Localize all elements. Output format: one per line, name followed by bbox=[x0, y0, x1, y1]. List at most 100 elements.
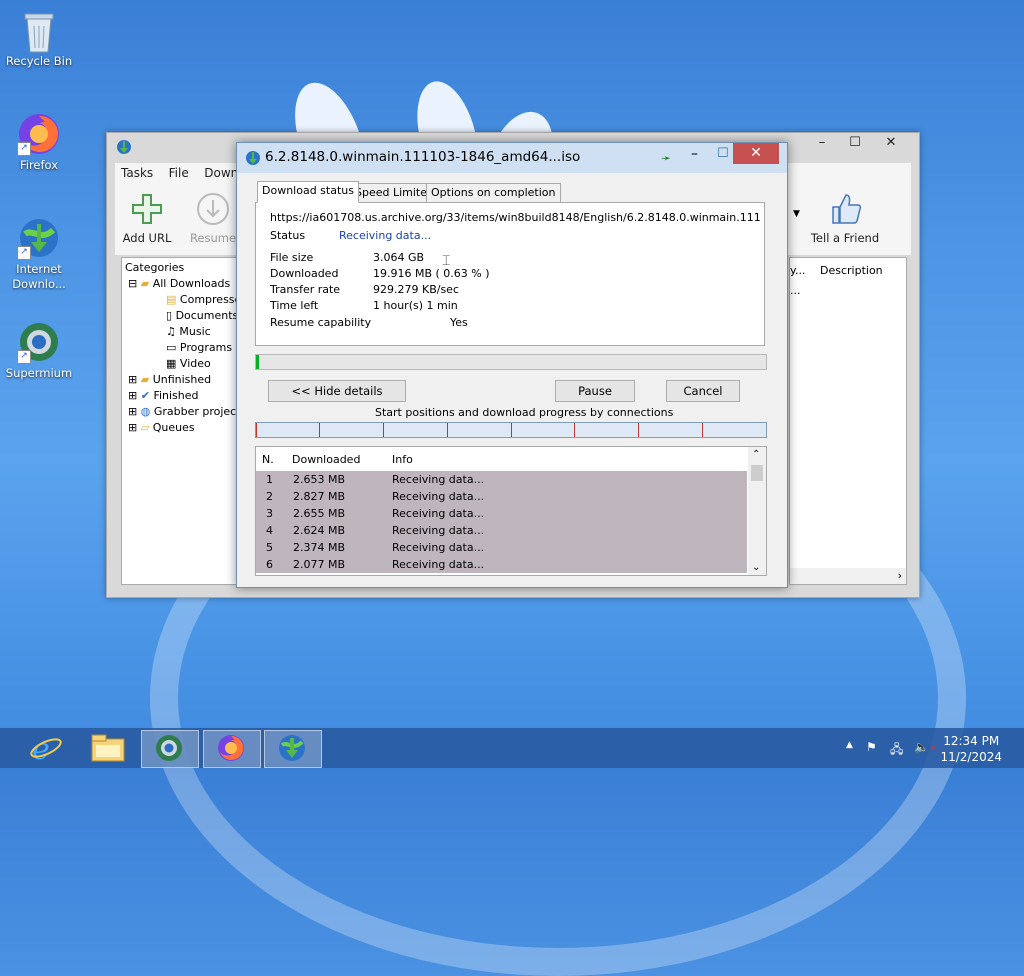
status-label: Status bbox=[270, 229, 306, 242]
taskbar-file-explorer[interactable] bbox=[80, 730, 136, 766]
taskbar-internet-download-manager[interactable] bbox=[264, 730, 322, 768]
list-header-description[interactable]: Description bbox=[820, 264, 883, 277]
column-header-downloaded[interactable]: Downloaded bbox=[292, 453, 360, 466]
row-info: Receiving data... bbox=[392, 507, 485, 520]
vertical-scrollbar[interactable]: ⌃ ⌄ bbox=[748, 447, 766, 575]
toolbar-dropdown-arrow-icon[interactable]: ▼ bbox=[793, 209, 800, 219]
connections-progress-strip bbox=[255, 422, 767, 438]
desktop-icon-recycle-bin[interactable]: Recycle Bin bbox=[1, 8, 77, 69]
dialog-close-button[interactable]: ✕ bbox=[733, 143, 779, 164]
row-number: 1 bbox=[266, 473, 273, 486]
connection-start-marker bbox=[511, 423, 512, 437]
menu-file[interactable]: File bbox=[163, 163, 195, 183]
action-center-flag-icon[interactable]: ⚑ bbox=[866, 740, 877, 754]
row-downloaded: 2.077 MB bbox=[293, 558, 346, 571]
download-progress-dialog: 6.2.8148.0.winmain.111103-1846_amd64...i… bbox=[236, 142, 788, 588]
tree-item-all-downloads[interactable]: ⊟ ▰ All Downloads bbox=[128, 277, 230, 290]
connections-table-header: N. Downloaded Info bbox=[256, 447, 746, 471]
desktop-icon-label: Supermium bbox=[5, 366, 73, 380]
internet-explorer-icon: e bbox=[30, 732, 62, 767]
file-size-value: 3.064 GB bbox=[373, 251, 425, 264]
pause-button[interactable]: Pause bbox=[555, 380, 635, 402]
row-downloaded: 2.655 MB bbox=[293, 507, 346, 520]
resume-capability-label: Resume capability bbox=[270, 316, 372, 329]
idm-app-icon bbox=[244, 149, 262, 170]
scrollbar-thumb[interactable] bbox=[751, 465, 763, 481]
taskbar-supermium[interactable] bbox=[141, 730, 199, 768]
tree-item-grabber-projects[interactable]: ⊞ ◍ Grabber projec bbox=[128, 405, 236, 418]
clock-time: 12:34 PM bbox=[943, 734, 1000, 748]
tree-item-compressed[interactable]: ▤ Compresse bbox=[166, 293, 241, 306]
system-clock[interactable]: 12:34 PM 11/2/2024 bbox=[940, 733, 1002, 765]
tree-item-video[interactable]: ▦ Video bbox=[166, 357, 211, 370]
desktop-icon-firefox[interactable]: ↗ Firefox bbox=[1, 112, 77, 173]
shortcut-arrow-icon: ↗ bbox=[17, 142, 31, 156]
table-row[interactable]: 3 2.655 MB Receiving data... bbox=[256, 505, 747, 522]
time-left-label: Time left bbox=[270, 299, 319, 312]
checkmark-folder-icon: ✔ bbox=[140, 389, 150, 402]
connection-start-marker bbox=[702, 423, 703, 437]
horizontal-scrollbar[interactable]: › bbox=[790, 568, 906, 584]
list-header-col: y... bbox=[790, 264, 806, 277]
tell-a-friend-button[interactable]: Tell a Friend bbox=[805, 191, 885, 245]
tree-item-music[interactable]: ♫ Music bbox=[166, 325, 211, 338]
network-icon[interactable]: 🖧 bbox=[890, 740, 903, 761]
supermium-icon bbox=[156, 735, 182, 761]
tab-speed-limiter[interactable]: Speed Limiter bbox=[350, 183, 437, 203]
shortcut-arrow-icon: ↗ bbox=[17, 350, 31, 364]
transfer-rate-value: 929.279 KB/sec bbox=[373, 283, 459, 296]
dialog-minimize-button[interactable]: – bbox=[691, 146, 698, 162]
desktop-icon-internet-download-manager[interactable]: ↗ Internet Downlo... bbox=[1, 216, 77, 292]
scroll-down-arrow-icon[interactable]: ⌄ bbox=[752, 562, 760, 573]
cancel-button[interactable]: Cancel bbox=[666, 380, 740, 402]
film-icon: ▦ bbox=[166, 357, 177, 370]
connection-start-marker bbox=[638, 423, 639, 437]
desktop-icon-supermium[interactable]: ↗ Supermium bbox=[1, 320, 77, 381]
scroll-right-arrow-icon[interactable]: › bbox=[898, 569, 902, 582]
add-url-button[interactable]: Add URL bbox=[115, 191, 179, 245]
table-row[interactable]: 2 2.827 MB Receiving data... bbox=[256, 488, 747, 505]
tree-item-finished[interactable]: ⊞ ✔ Finished bbox=[128, 389, 199, 402]
firefox-icon bbox=[218, 735, 244, 761]
tab-download-status[interactable]: Download status bbox=[257, 181, 359, 203]
scroll-up-arrow-icon[interactable]: ⌃ bbox=[752, 449, 760, 460]
overall-progress-fill bbox=[256, 355, 260, 369]
firefox-icon: ↗ bbox=[17, 112, 61, 156]
column-header-info[interactable]: Info bbox=[392, 453, 413, 466]
column-header-number[interactable]: N. bbox=[262, 453, 274, 466]
folder-icon: ▰ bbox=[140, 373, 150, 386]
show-hidden-icons-arrow[interactable]: ▲ bbox=[846, 740, 853, 750]
row-number: 4 bbox=[266, 524, 273, 537]
connections-caption: Start positions and download progress by… bbox=[375, 406, 674, 419]
tree-item-documents[interactable]: ▯ Documents bbox=[166, 309, 238, 322]
volume-muted-icon[interactable]: 🔈✕ bbox=[914, 740, 937, 754]
idm-globe-icon bbox=[279, 735, 305, 761]
main-maximize-button[interactable]: ☐ bbox=[840, 133, 870, 153]
row-number: 3 bbox=[266, 507, 273, 520]
folder-icon: ▱ bbox=[140, 421, 150, 434]
desktop-icon-label: Recycle Bin bbox=[5, 54, 73, 68]
tree-item-unfinished[interactable]: ⊞ ▰ Unfinished bbox=[128, 373, 211, 386]
dialog-title-bar[interactable]: 6.2.8148.0.winmain.111103-1846_amd64...i… bbox=[237, 143, 787, 173]
desktop-icon-label: Firefox bbox=[19, 158, 59, 172]
table-row[interactable]: 5 2.374 MB Receiving data... bbox=[256, 539, 747, 556]
tab-options-on-completion[interactable]: Options on completion bbox=[426, 183, 561, 203]
main-minimize-button[interactable]: – bbox=[807, 133, 837, 153]
dialog-maximize-button[interactable]: ☐ bbox=[717, 146, 729, 161]
taskbar-internet-explorer[interactable]: e bbox=[18, 730, 74, 767]
minimize-to-tray-icon[interactable]: ➛ bbox=[661, 151, 671, 165]
thumbs-up-icon bbox=[827, 191, 863, 227]
folder-icon bbox=[91, 734, 125, 762]
table-row[interactable]: 6 2.077 MB Receiving data... bbox=[256, 556, 747, 573]
main-close-button[interactable]: ✕ bbox=[869, 133, 913, 153]
menu-tasks[interactable]: Tasks bbox=[115, 163, 159, 183]
taskbar: e ▲ ⚑ 🖧 🔈✕ 12:34 PM 11/2/2024 bbox=[0, 728, 1024, 768]
taskbar-firefox[interactable] bbox=[203, 730, 261, 768]
table-row[interactable]: 4 2.624 MB Receiving data... bbox=[256, 522, 747, 539]
hide-details-button[interactable]: << Hide details bbox=[268, 380, 406, 402]
downloaded-label: Downloaded bbox=[270, 267, 339, 280]
tree-item-programs[interactable]: ▭ Programs bbox=[166, 341, 232, 354]
tree-item-queues[interactable]: ⊞ ▱ Queues bbox=[128, 421, 195, 434]
table-row[interactable]: 1 2.653 MB Receiving data... bbox=[256, 471, 747, 488]
zip-folder-icon: ▤ bbox=[166, 293, 177, 306]
